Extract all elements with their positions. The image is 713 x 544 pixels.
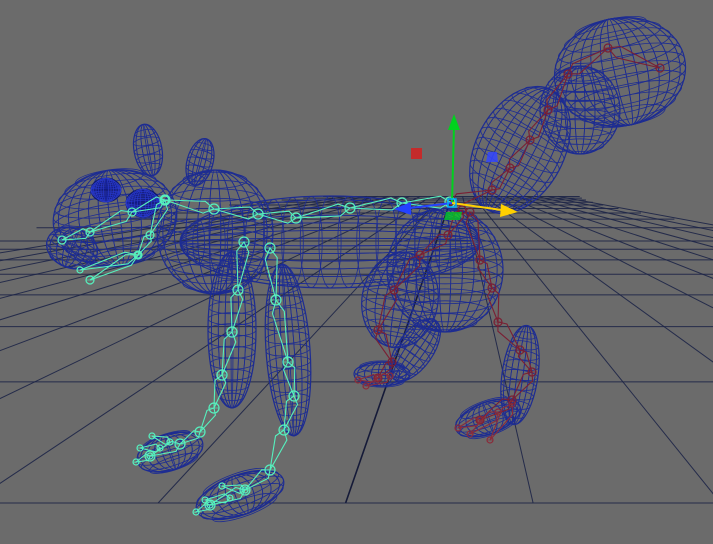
eye-fill: [90, 177, 122, 203]
front-leg-right-bone: [269, 429, 288, 471]
mesh-ring: [214, 380, 250, 391]
mesh-ring: [208, 301, 256, 315]
3d-viewport[interactable]: [0, 0, 713, 544]
mesh-meridian: [135, 123, 161, 177]
mesh-meridian: [544, 65, 616, 155]
grid-line: [558, 195, 713, 226]
squirrel-wireframe-mesh[interactable]: [41, 5, 696, 531]
mesh-ring: [219, 392, 245, 402]
grid-line: [526, 195, 713, 248]
viewport-canvas[interactable]: [0, 0, 713, 544]
y-axis-handle: [451, 125, 455, 204]
grid-line: [472, 196, 713, 495]
grid-line: [536, 195, 713, 239]
plane-handle-icon: [411, 148, 422, 159]
mesh-ring: [264, 319, 308, 332]
tail-bone: [606, 45, 661, 69]
mesh-meridian: [278, 263, 298, 437]
eye-left: [90, 177, 122, 203]
y-axis-arrow: [448, 114, 460, 130]
mesh-ring: [272, 393, 310, 405]
mesh-meridian: [574, 65, 586, 155]
mesh-meridian: [135, 123, 161, 177]
mesh-ring: [271, 272, 295, 281]
front-leg-right-mesh: [264, 263, 312, 437]
mesh-ring: [265, 307, 306, 320]
plane-handle-icon: [444, 212, 462, 220]
grid-line: [547, 195, 713, 232]
mesh-meridian: [142, 123, 154, 177]
front-leg-left-bone: [199, 407, 216, 433]
mesh-ring: [209, 357, 255, 370]
grid-line: [0, 195, 378, 284]
mesh-ring: [268, 368, 312, 381]
plane-handle-icon: [486, 152, 498, 162]
